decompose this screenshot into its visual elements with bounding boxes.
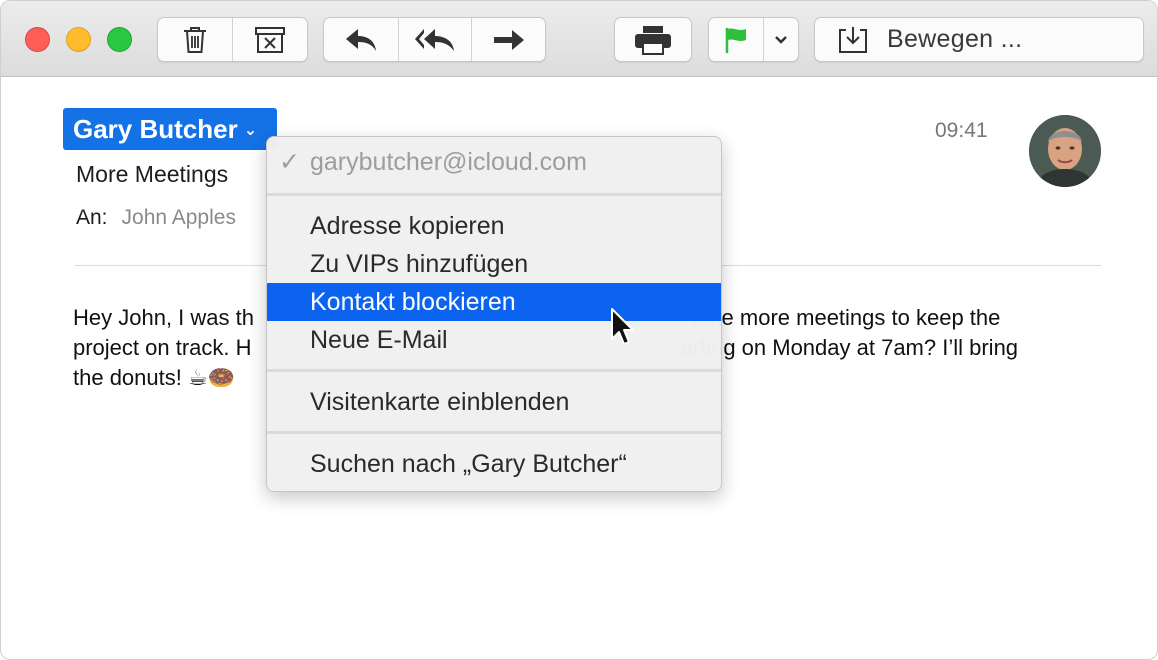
flag-icon (725, 27, 746, 53)
mail-window: Bewegen ... Gary Butcher ⌄ 09:41 More Me… (0, 0, 1158, 660)
menu-item-block-contact[interactable]: Kontakt blockieren (267, 283, 721, 321)
mouse-pointer-icon (610, 307, 636, 352)
flag-group (708, 17, 799, 62)
chevron-down-icon: ⌄ (243, 122, 258, 139)
reply-all-button[interactable] (399, 18, 472, 61)
print-button[interactable] (615, 18, 691, 61)
flag-button[interactable] (709, 18, 764, 61)
close-window-button[interactable] (25, 27, 50, 52)
toolbar: Bewegen ... (1, 1, 1157, 77)
print-group (614, 17, 692, 62)
sender-name: Gary Butcher (73, 113, 238, 144)
chevron-down-icon (775, 35, 787, 44)
print-icon (635, 25, 671, 55)
checkmark-icon: ✓ (279, 148, 300, 176)
zoom-window-button[interactable] (107, 27, 132, 52)
body-line-3: the donuts! ☕🍩 (73, 365, 236, 390)
recipient-name[interactable]: John Apples (122, 206, 236, 229)
reply-forward-group (323, 17, 546, 62)
body-line-1-end: ome more meetings to keep the (690, 305, 1001, 330)
move-button[interactable]: Bewegen ... (815, 18, 1143, 61)
move-to-folder-icon (839, 26, 867, 53)
menu-item-show-card[interactable]: Visitenkarte einblenden (267, 383, 721, 421)
minimize-window-button[interactable] (66, 27, 91, 52)
forward-icon (493, 29, 524, 50)
message-subject: More Meetings (76, 161, 229, 187)
reply-icon (346, 28, 376, 51)
menu-separator (267, 431, 721, 434)
delete-button[interactable] (158, 18, 233, 61)
archive-icon (254, 26, 285, 53)
move-button-label: Bewegen ... (887, 25, 1023, 53)
menu-email-label: garybutcher@icloud.com (310, 147, 587, 176)
menu-item-search-sender[interactable]: Suchen nach „Gary Butcher“ (267, 445, 721, 483)
menu-item-new-email[interactable]: Neue E-Mail (267, 321, 721, 359)
reply-all-icon (415, 28, 454, 51)
message-time: 09:41 (935, 119, 988, 142)
body-line-2-start: project on track. H (73, 335, 252, 360)
sender-context-menu: ✓ garybutcher@icloud.com Adresse kopiere… (266, 136, 722, 492)
move-group: Bewegen ... (814, 17, 1144, 62)
menu-separator (267, 369, 721, 372)
menu-item-add-to-vips[interactable]: Zu VIPs hinzufügen (267, 245, 721, 283)
to-label: An: (76, 206, 108, 229)
avatar-photo (1029, 115, 1101, 187)
menu-item-email: ✓ garybutcher@icloud.com (267, 143, 721, 181)
avatar (1029, 115, 1101, 187)
body-line-2-end: arting on Monday at 7am? I’ll bring (680, 335, 1019, 360)
sender-name-button[interactable]: Gary Butcher ⌄ (63, 108, 277, 150)
archive-button[interactable] (233, 18, 308, 61)
flag-menu-button[interactable] (764, 18, 798, 61)
recipient-row: An: John Apples (76, 206, 236, 230)
menu-item-copy-address[interactable]: Adresse kopieren (267, 207, 721, 245)
forward-button[interactable] (472, 18, 545, 61)
delete-archive-group (157, 17, 308, 62)
menu-separator (267, 193, 721, 196)
body-line-1-start: Hey John, I was th (73, 305, 254, 330)
trash-icon (183, 26, 206, 53)
reply-button[interactable] (324, 18, 399, 61)
